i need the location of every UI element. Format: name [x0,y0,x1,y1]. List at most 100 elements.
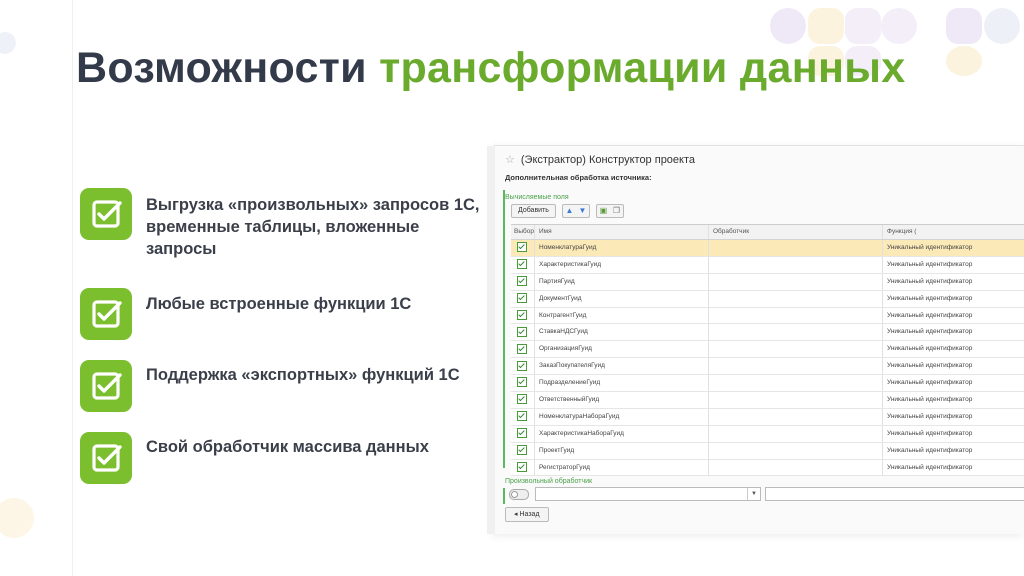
star-icon[interactable]: ☆ [505,153,515,166]
checkbox[interactable] [517,394,527,405]
select-cell [511,290,535,307]
handler-select[interactable]: ▼ [535,487,761,501]
copy-buttons: ▣ ❐ [595,204,624,218]
checkbox[interactable] [517,343,527,354]
constructor-window: ☆ (Экстрактор) Конструктор проекта Допол… [487,145,1024,534]
checkbox[interactable] [517,444,527,455]
checkbox[interactable] [517,259,527,270]
back-button[interactable]: ◂ Назад [505,507,549,522]
table-row[interactable]: ПроектГуид Уникальный идентификатор [511,442,1024,460]
name-cell: НоменклатураНабораГуид [535,408,709,425]
handler-cell [709,307,883,324]
column-header-name[interactable]: Имя [535,225,709,239]
checkbox[interactable] [517,428,527,439]
select-cell [511,392,535,408]
duplicate-icon[interactable]: ❐ [610,205,623,217]
table-row[interactable]: ОрганизацияГуид Уникальный идентификатор [511,341,1024,359]
chevron-down-icon[interactable]: ▼ [747,488,760,500]
window-title-text: (Экстрактор) Конструктор проекта [520,153,696,166]
handler-cell [709,256,883,273]
checkbox[interactable] [517,276,527,287]
function-cell: Уникальный идентификатор [887,260,973,268]
checkbox[interactable] [517,309,527,320]
function-cell: Уникальный идентификатор [887,328,973,336]
table-row[interactable]: НоменклатураГуид Уникальный идентификатор [511,240,1024,257]
grid-toolbar: Добавить ▲ ▼ ▣ ❐ [511,204,624,218]
custom-handler-indicator [503,488,505,504]
table-row[interactable]: ПодразделениеГуид Уникальный идентификато… [511,375,1024,393]
move-buttons: ▲ ▼ [561,204,590,218]
decor-shape [845,8,881,44]
checkbox[interactable] [517,292,527,303]
table-row[interactable]: СтавкаНДСГуид Уникальный идентификатор [511,324,1024,342]
handler-input[interactable] [765,487,1024,501]
window-left-strip [487,146,495,534]
handler-cell [709,358,883,375]
table-row[interactable]: НоменклатураНабораГуид Уникальный идентиф… [511,408,1024,426]
function-cell: Уникальный идентификатор [887,311,973,319]
column-header-handler[interactable]: Обработчик [709,225,883,239]
checkbox-icon [80,432,132,484]
group-indicator [503,190,505,468]
feature-text: Свой обработчик массива данных [146,438,429,456]
table-header: Выбор Имя Обработчик Функция ( [511,225,1024,240]
handler-cell [709,392,883,408]
name-cell: ДокументГуид [535,290,709,307]
table-row[interactable]: ОтветственныйГуид Уникальный идентификато… [511,392,1024,409]
slide-title: Возможности трансформации данных [76,44,905,93]
handler-cell [709,290,883,307]
select-cell [511,358,535,375]
select-cell [511,442,535,459]
table-row[interactable]: КонтрагентГуид Уникальный идентификатор [511,307,1024,325]
arrow-left-icon: ◂ [514,511,518,518]
checkbox[interactable] [517,360,527,371]
arrow-down-icon[interactable]: ▼ [576,205,589,217]
select-cell [511,375,535,392]
table-row[interactable]: РегистраторГуид Уникальный идентификатор [511,459,1024,477]
add-button[interactable]: Добавить [511,204,556,218]
handler-cell [709,408,883,425]
back-button-label: Назад [519,511,540,518]
select-cell [511,307,535,324]
arrow-up-icon[interactable]: ▲ [563,205,576,217]
handler-cell [709,425,883,442]
decor-divider [72,0,73,576]
feature-text: Любые встроенные функции 1С [146,295,412,313]
column-header-function[interactable]: Функция ( [883,225,1024,239]
feature-text: Поддержка «экспортных» функций 1С [146,366,460,384]
checkbox[interactable] [517,411,527,422]
title-accent: трансформации данных [379,44,906,92]
name-cell: ПартияГуид [535,273,709,290]
select-cell [511,273,535,290]
name-cell: ОрганизацияГуид [535,341,709,358]
name-cell: ХарактеристикаГуид [535,256,709,273]
handler-cell [709,341,883,358]
table-row[interactable]: ПартияГуид Уникальный идентификатор [511,273,1024,291]
checkbox[interactable] [517,242,527,253]
function-cell: Уникальный идентификатор [887,345,973,353]
select-cell [511,324,535,341]
checkbox[interactable] [517,326,527,337]
table-row[interactable]: ЗаказПокупателяГуид Уникальный идентифика… [511,358,1024,376]
table-row[interactable]: ХарактеристикаНабораГуид Уникальный идент… [511,425,1024,443]
table-row[interactable]: ДокументГуид Уникальный идентификатор [511,290,1024,308]
function-cell: Уникальный идентификатор [887,396,973,404]
column-header-select[interactable]: Выбор [511,225,535,239]
select-cell [511,408,535,425]
select-cell [511,425,535,442]
checkbox[interactable] [517,377,527,388]
select-cell [511,459,535,476]
custom-handler-toggle[interactable] [509,489,529,500]
handler-cell [709,375,883,392]
function-cell: Уникальный идентификатор [887,463,973,471]
function-cell: Уникальный идентификатор [887,244,973,251]
feature-text: Выгрузка «произвольных» запросов 1С, вре… [146,196,480,258]
copy-icon[interactable]: ▣ [597,205,610,217]
checkbox[interactable] [517,461,527,472]
decor-shape [808,8,844,44]
decor-shape [984,8,1020,44]
function-cell: Уникальный идентификатор [887,412,973,420]
name-cell: НоменклатураГуид [535,240,709,256]
table-row[interactable]: ХарактеристикаГуид Уникальный идентификат… [511,256,1024,274]
feature-item: Поддержка «экспортных» функций 1С [80,360,486,412]
